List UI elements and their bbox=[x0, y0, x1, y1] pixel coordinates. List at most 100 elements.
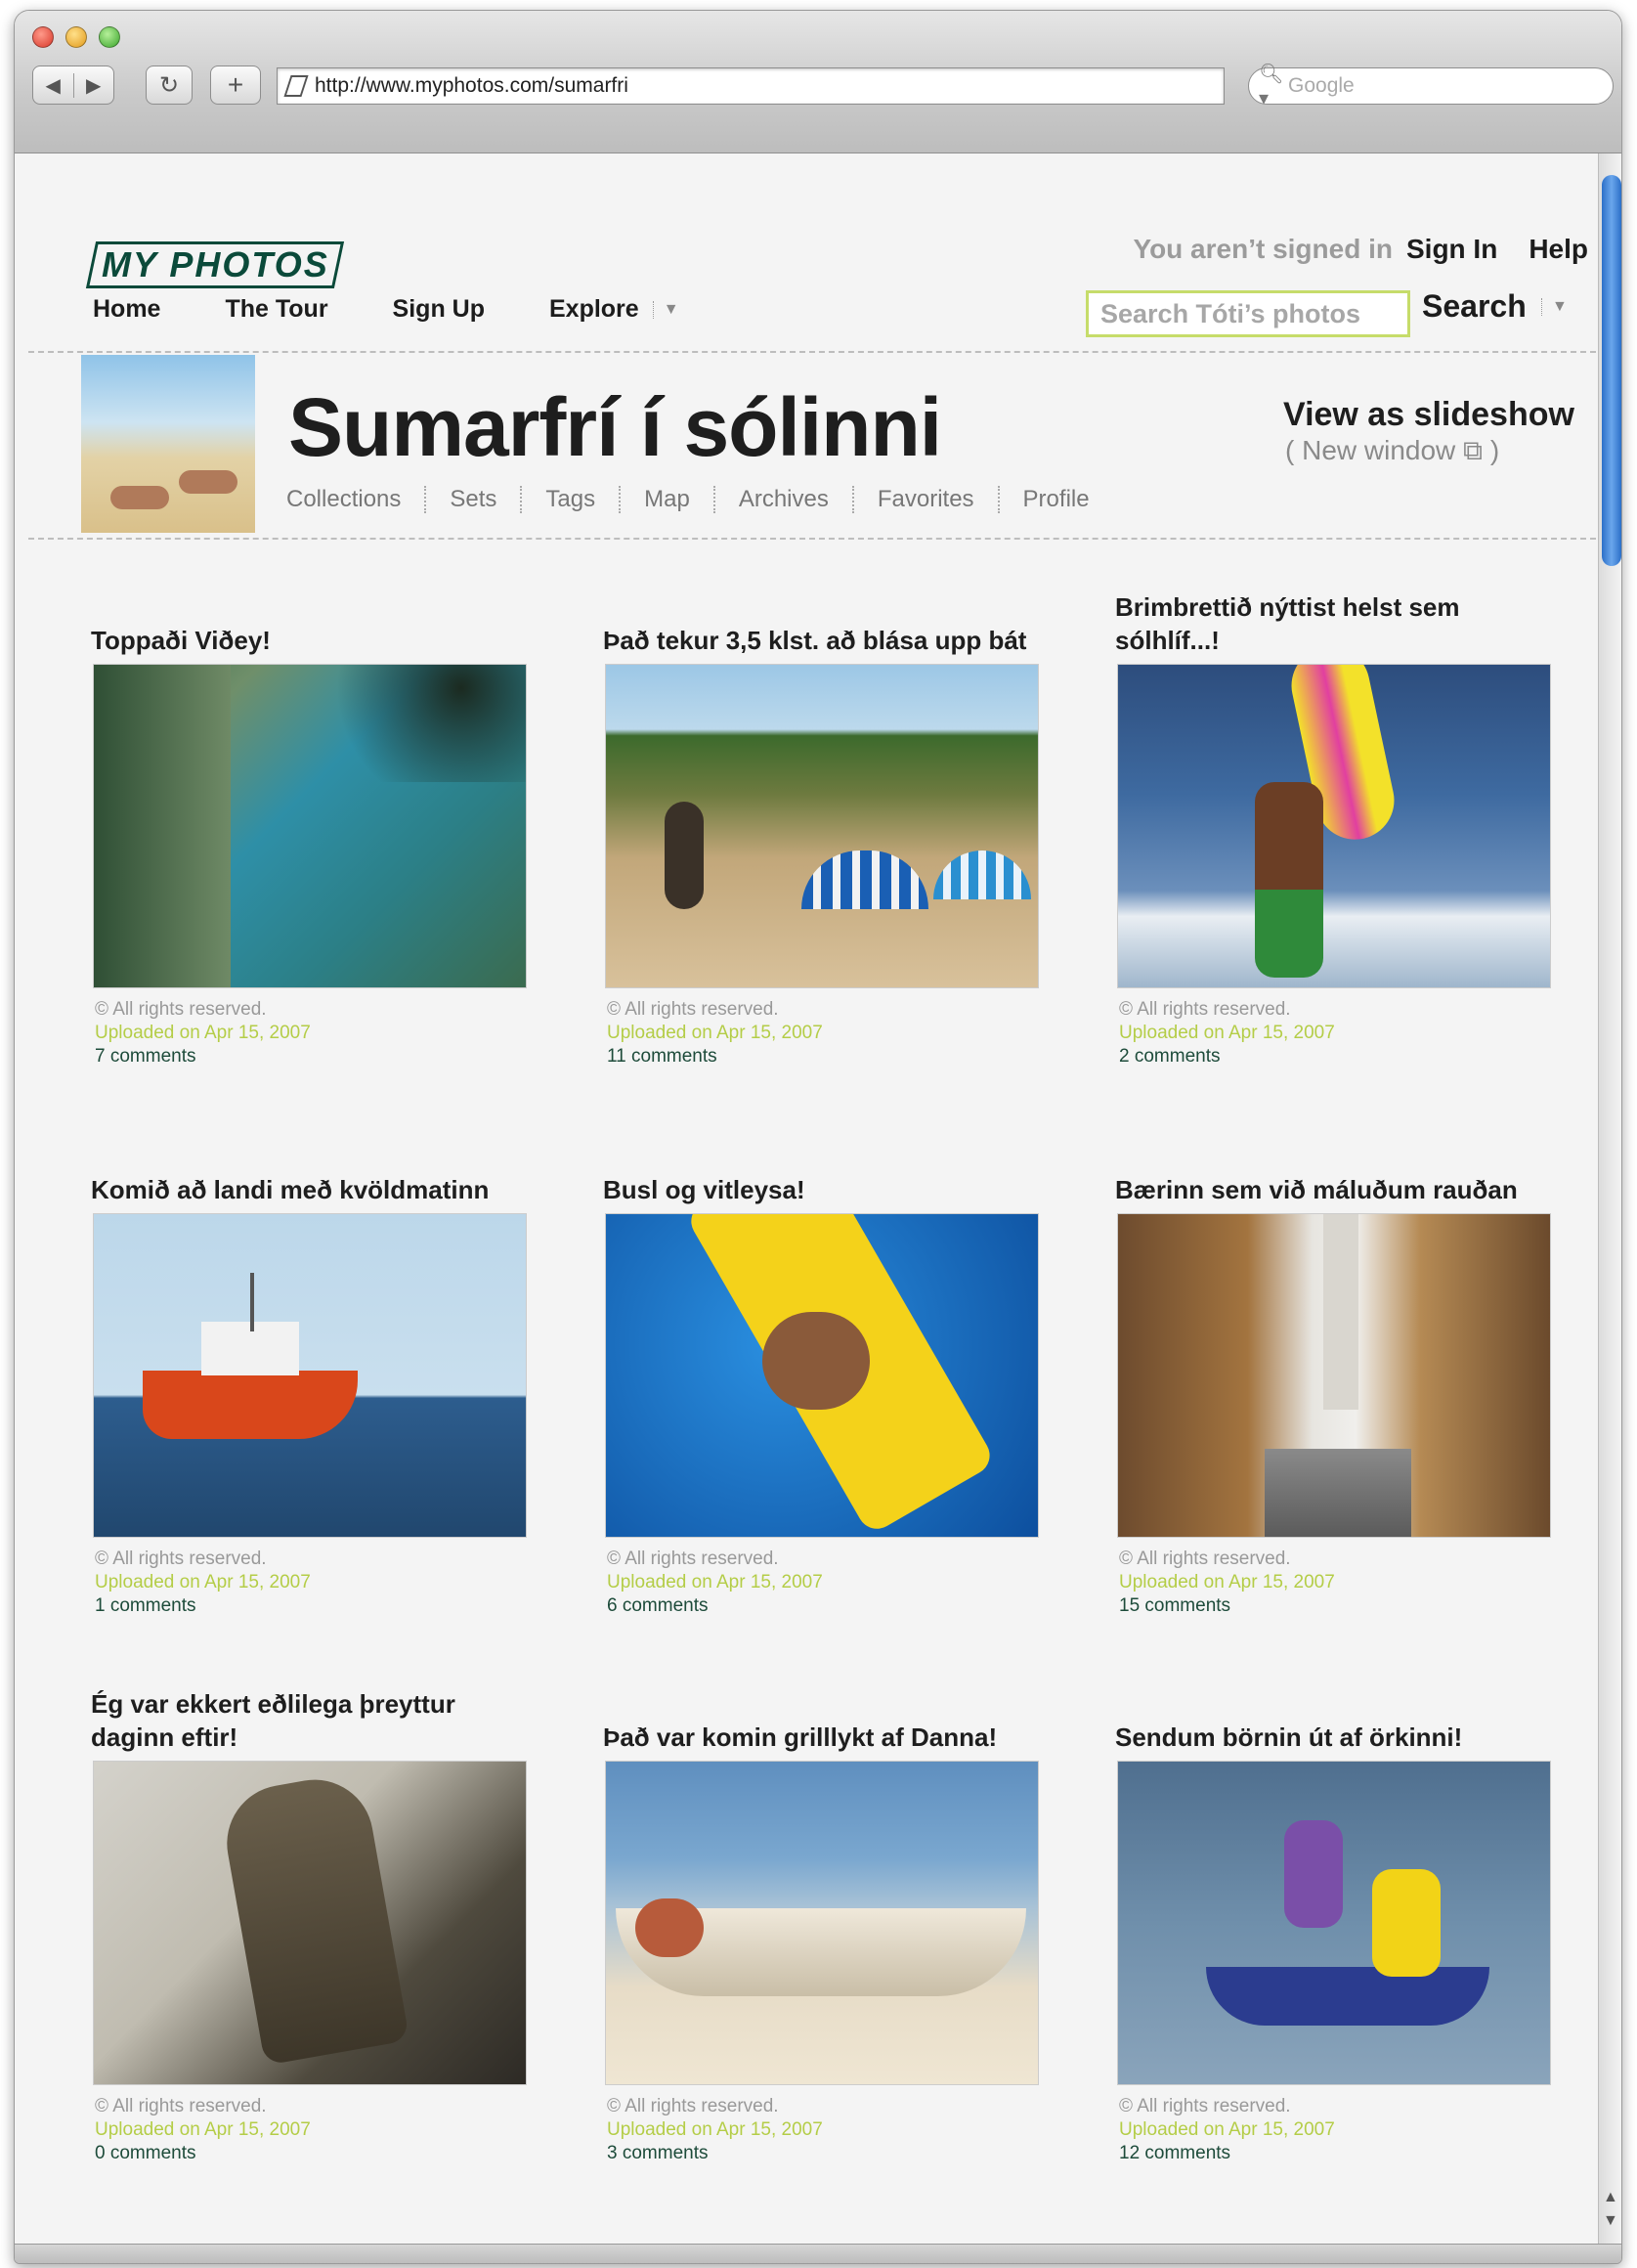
photo-search-input[interactable]: Search Tóti’s photos bbox=[1086, 290, 1410, 337]
browser-toolbar: ◀ ▶ ↻ + http://www.myphotos.com/sumarfri… bbox=[15, 11, 1621, 153]
vertical-scrollbar[interactable]: ▲ ▼ bbox=[1598, 153, 1621, 2246]
photo-boat-hull bbox=[143, 1371, 358, 1439]
search-icon: 🔍︎▾ bbox=[1259, 64, 1284, 109]
photo-person bbox=[665, 802, 704, 909]
subnav-collections[interactable]: Collections bbox=[286, 486, 424, 513]
scroll-down-icon[interactable]: ▼ bbox=[1603, 2212, 1618, 2230]
nav-the-tour[interactable]: The Tour bbox=[225, 295, 327, 324]
search-button[interactable]: Search bbox=[1422, 288, 1527, 325]
photo-title[interactable]: Bærinn sem við máluðum rauðan bbox=[1115, 1147, 1565, 1213]
help-link[interactable]: Help bbox=[1529, 234, 1588, 265]
photo-comments[interactable]: 6 comments bbox=[607, 1594, 1053, 1618]
photo-title[interactable]: Komið að landi með kvöldmatinn bbox=[91, 1147, 540, 1213]
photo-comments[interactable]: 15 comments bbox=[1119, 1594, 1565, 1618]
photo-rights: © All rights reserved. bbox=[95, 1548, 267, 1569]
photo-card: Toppaði Viðey! © All rights reserved. Up… bbox=[91, 597, 540, 1069]
subnav-archives[interactable]: Archives bbox=[712, 486, 852, 513]
photo-comments[interactable]: 0 comments bbox=[95, 2142, 540, 2165]
photo-card: Ég var ekkert eðlilega þreyttur daginn e… bbox=[91, 1689, 540, 2165]
photo-comments[interactable]: 3 comments bbox=[607, 2142, 1053, 2165]
reload-button[interactable]: ↻ bbox=[146, 65, 193, 105]
photo-upload-date[interactable]: Uploaded on Apr 15, 2007 bbox=[607, 1022, 1053, 1045]
photo-rights: © All rights reserved. bbox=[1119, 999, 1291, 1020]
photo-upload-date[interactable]: Uploaded on Apr 15, 2007 bbox=[95, 2118, 540, 2142]
nav-home[interactable]: Home bbox=[93, 295, 160, 324]
subnav-profile[interactable]: Profile bbox=[997, 486, 1113, 513]
forward-arrow-icon[interactable]: ▶ bbox=[72, 72, 114, 98]
minimize-window-button[interactable] bbox=[65, 26, 87, 48]
photo-comments[interactable]: 12 comments bbox=[1119, 2142, 1565, 2165]
page-icon bbox=[283, 75, 309, 97]
photo-title[interactable]: Ég var ekkert eðlilega þreyttur daginn e… bbox=[91, 1689, 540, 1761]
photo-surfer bbox=[1255, 782, 1323, 978]
photo-image[interactable] bbox=[93, 1761, 527, 2085]
photo-upload-date[interactable]: Uploaded on Apr 15, 2007 bbox=[1119, 1022, 1565, 1045]
photo-image[interactable] bbox=[605, 664, 1039, 988]
subnav-sets[interactable]: Sets bbox=[424, 486, 520, 513]
photo-street bbox=[1265, 1449, 1411, 1537]
album-title: Sumarfrí í sólinni bbox=[288, 381, 942, 473]
account-bar: You aren’t signed in Sign In Help bbox=[1133, 234, 1588, 265]
photo-upload-date[interactable]: Uploaded on Apr 15, 2007 bbox=[607, 1571, 1053, 1594]
subnav-map[interactable]: Map bbox=[619, 486, 713, 513]
photo-card: Brimbrettið nýttist helst sem sólhlíf...… bbox=[1115, 592, 1565, 1069]
photo-title[interactable]: Sendum börnin út af örkinni! bbox=[1115, 1694, 1565, 1761]
photo-comments[interactable]: 1 comments bbox=[95, 1594, 540, 1618]
photo-image[interactable] bbox=[1117, 1213, 1551, 1538]
nav-explore[interactable]: Explore bbox=[549, 295, 639, 324]
photo-meta: © All rights reserved. Uploaded on Apr 1… bbox=[95, 1548, 540, 1618]
photo-title[interactable]: Toppaði Viðey! bbox=[91, 597, 540, 664]
photo-tree bbox=[311, 665, 526, 782]
photo-rights: © All rights reserved. bbox=[95, 2096, 267, 2116]
album-thumbnail[interactable] bbox=[81, 355, 255, 533]
back-arrow-icon[interactable]: ◀ bbox=[33, 73, 73, 98]
nav-sign-up[interactable]: Sign Up bbox=[393, 295, 485, 324]
photo-image[interactable] bbox=[1117, 664, 1551, 988]
photo-comments[interactable]: 7 comments bbox=[95, 1045, 540, 1069]
browser-window: ◀ ▶ ↻ + http://www.myphotos.com/sumarfri… bbox=[14, 10, 1622, 2264]
browser-search-field[interactable]: 🔍︎▾ Google bbox=[1248, 64, 1614, 109]
signed-status: You aren’t signed in bbox=[1133, 234, 1393, 264]
page-viewport: MY PHOTOS Home The Tour Sign Up Explore … bbox=[15, 153, 1598, 2246]
new-window-link[interactable]: ( New window ⧉ ) bbox=[1285, 435, 1499, 467]
main-nav: Home The Tour Sign Up Explore ▼ bbox=[93, 295, 679, 324]
photo-image[interactable] bbox=[93, 664, 527, 988]
photo-title[interactable]: Það tekur 3,5 klst. að blása upp bát bbox=[603, 597, 1053, 664]
photo-upload-date[interactable]: Uploaded on Apr 15, 2007 bbox=[607, 2118, 1053, 2142]
address-bar[interactable]: http://www.myphotos.com/sumarfri bbox=[277, 67, 1225, 105]
photo-image[interactable] bbox=[605, 1761, 1039, 2085]
photo-comments[interactable]: 2 comments bbox=[1119, 1045, 1565, 1069]
photo-upload-date[interactable]: Uploaded on Apr 15, 2007 bbox=[95, 1571, 540, 1594]
photo-image[interactable] bbox=[93, 1213, 527, 1538]
scroll-up-icon[interactable]: ▲ bbox=[1603, 2189, 1618, 2206]
photo-meta: © All rights reserved. Uploaded on Apr 1… bbox=[607, 1548, 1053, 1618]
sign-in-link[interactable]: Sign In bbox=[1406, 234, 1497, 265]
add-bookmark-button[interactable]: + bbox=[210, 65, 261, 105]
photo-title[interactable]: Busl og vitleysa! bbox=[603, 1147, 1053, 1213]
photo-meta: © All rights reserved. Uploaded on Apr 1… bbox=[95, 998, 540, 1069]
subnav-favorites[interactable]: Favorites bbox=[851, 486, 998, 513]
photo-upload-date[interactable]: Uploaded on Apr 15, 2007 bbox=[1119, 2118, 1565, 2142]
photo-title[interactable]: Brimbrettið nýttist helst sem sólhlíf...… bbox=[1115, 592, 1565, 664]
slideshow-link[interactable]: View as slideshow bbox=[1283, 396, 1574, 434]
photo-upload-date[interactable]: Uploaded on Apr 15, 2007 bbox=[95, 1022, 540, 1045]
photo-comments[interactable]: 11 comments bbox=[607, 1045, 1053, 1069]
photo-rights: © All rights reserved. bbox=[1119, 2096, 1291, 2116]
site-logo[interactable]: MY PHOTOS bbox=[85, 241, 345, 288]
scrollbar-thumb[interactable] bbox=[1602, 175, 1621, 566]
reload-icon: ↻ bbox=[158, 71, 180, 99]
photo-upload-date[interactable]: Uploaded on Apr 15, 2007 bbox=[1119, 1571, 1565, 1594]
photo-title[interactable]: Það var komin grilllykt af Danna! bbox=[603, 1694, 1053, 1761]
photo-cliff bbox=[94, 665, 231, 987]
photo-umbrella bbox=[801, 850, 928, 909]
photo-card: Sendum börnin út af örkinni! © All right… bbox=[1115, 1694, 1565, 2165]
search-dropdown-icon[interactable]: ▼ bbox=[1541, 298, 1568, 316]
photo-meta: © All rights reserved. Uploaded on Apr 1… bbox=[1119, 1548, 1565, 1618]
photo-image[interactable] bbox=[605, 1213, 1039, 1538]
photo-image[interactable] bbox=[1117, 1761, 1551, 2085]
subnav-tags[interactable]: Tags bbox=[520, 486, 619, 513]
close-window-button[interactable] bbox=[32, 26, 54, 48]
zoom-window-button[interactable] bbox=[99, 26, 120, 48]
address-bar-text: http://www.myphotos.com/sumarfri bbox=[315, 74, 628, 97]
explore-dropdown-icon[interactable]: ▼ bbox=[652, 300, 679, 319]
